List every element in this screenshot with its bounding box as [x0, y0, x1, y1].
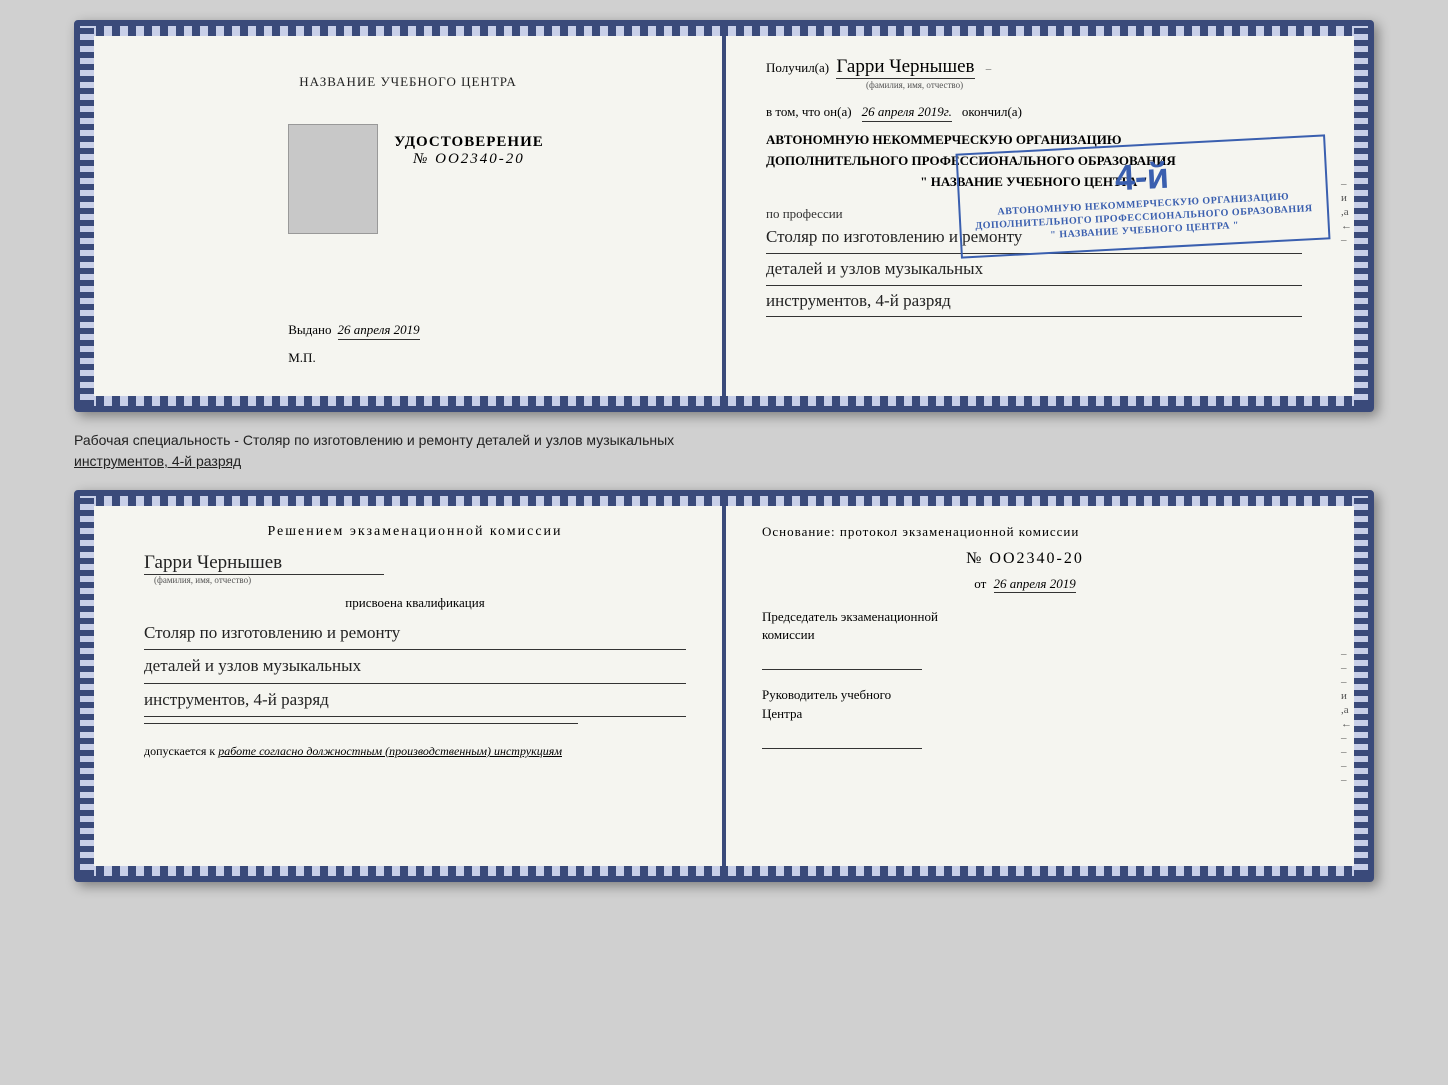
left-page-content: НАЗВАНИЕ УЧЕБНОГО ЦЕНТРА УДОСТОВЕРЕНИЕ №… — [258, 56, 544, 376]
allowed-text: работе согласно должностным (производств… — [218, 744, 562, 758]
issued-label: Выдано — [288, 322, 331, 338]
bottom-left-page: Решением экзаменационной комиссии Гарри … — [80, 496, 722, 876]
top-left-page: НАЗВАНИЕ УЧЕБНОГО ЦЕНТРА УДОСТОВЕРЕНИЕ №… — [80, 26, 722, 406]
qual-line1: Столяр по изготовлению и ремонту — [144, 617, 686, 650]
date-handwritten: 26 апреля 2019г. — [862, 104, 952, 122]
director-sign-line — [762, 727, 922, 749]
name-sublabel-top-text: (фамилия, имя, отчество) — [866, 80, 1302, 90]
bottom-recipient-name: Гарри Чернышев — [144, 552, 384, 575]
from-date-value: 26 апреля 2019 — [994, 576, 1076, 593]
bottom-name-sublabel: (фамилия, имя, отчество) — [154, 575, 686, 585]
protocol-number: № OO2340-20 — [762, 550, 1288, 568]
photo-placeholder — [288, 124, 378, 234]
qual-line3: инструментов, 4-й разряд — [144, 684, 686, 717]
received-label: Получил(а) — [766, 60, 829, 75]
allowed-prefix: допускается к — [144, 744, 215, 758]
director-line2: Центра — [762, 706, 802, 721]
name-sublabel-top: – — [986, 63, 992, 75]
right-strip-bottom — [1354, 496, 1368, 876]
right-strip — [1354, 26, 1368, 406]
cert-number: № OO2340-20 — [394, 151, 544, 168]
finished-label: окончил(а) — [962, 104, 1022, 120]
cert-label: УДОСТОВЕРЕНИЕ — [394, 134, 544, 151]
recipient-name-top: Гарри Чернышев — [836, 56, 974, 79]
bottom-spread: Решением экзаменационной комиссии Гарри … — [74, 490, 1374, 882]
chairman-block: Председатель экзаменационной комиссии — [762, 608, 1288, 670]
basis-title: Основание: протокол экзаменационной коми… — [762, 524, 1288, 540]
chairman-label: Председатель экзаменационной комиссии — [762, 608, 1288, 644]
caption-underline: инструментов, 4-й разряд — [74, 453, 241, 469]
institution-title: НАЗВАНИЕ УЧЕБНОГО ЦЕНТРА — [272, 74, 544, 90]
assigned-label: присвоена квалификация — [144, 595, 686, 611]
director-label: Руководитель учебного Центра — [762, 686, 1288, 722]
allowed-block: допускается к работе согласно должностны… — [144, 744, 686, 759]
director-line1: Руководитель учебного — [762, 687, 891, 702]
stamp-box: 4-й АВТОНОМНУЮ НЕКОММЕРЧЕСКУЮ ОРГАНИЗАЦИ… — [956, 134, 1331, 258]
qual-line2: деталей и узлов музыкальных — [144, 650, 686, 683]
caption: Рабочая специальность - Столяр по изгото… — [74, 430, 1374, 472]
mp-label: М.П. — [288, 350, 315, 366]
issued-date: 26 апреля 2019 — [338, 322, 420, 340]
left-strip-bottom — [80, 496, 94, 876]
chairman-sign-line — [762, 648, 922, 670]
director-block: Руководитель учебного Центра — [762, 686, 1288, 748]
bottom-right-side-letters: –––и,а←–––– — [1341, 648, 1352, 786]
caption-main: Рабочая специальность - Столяр по изгото… — [74, 432, 674, 448]
top-spread: НАЗВАНИЕ УЧЕБНОГО ЦЕНТРА УДОСТОВЕРЕНИЕ №… — [74, 20, 1374, 412]
profession-line2: деталей и узлов музыкальных — [766, 254, 1302, 286]
top-right-page: Получил(а) Гарри Чернышев – (фамилия, им… — [722, 26, 1368, 406]
decision-title: Решением экзаменационной комиссии — [144, 524, 686, 540]
profession-line3: инструментов, 4-й разряд — [766, 286, 1302, 318]
in-that-label: в том, что он(а) — [766, 104, 852, 120]
bottom-right-page: Основание: протокол экзаменационной коми… — [722, 496, 1368, 876]
chairman-line2: комиссии — [762, 627, 815, 642]
right-side-letters: –и,а←– — [1341, 178, 1352, 246]
from-label: от — [974, 576, 986, 591]
left-strip — [80, 26, 94, 406]
chairman-line1: Председатель экзаменационной — [762, 609, 938, 624]
